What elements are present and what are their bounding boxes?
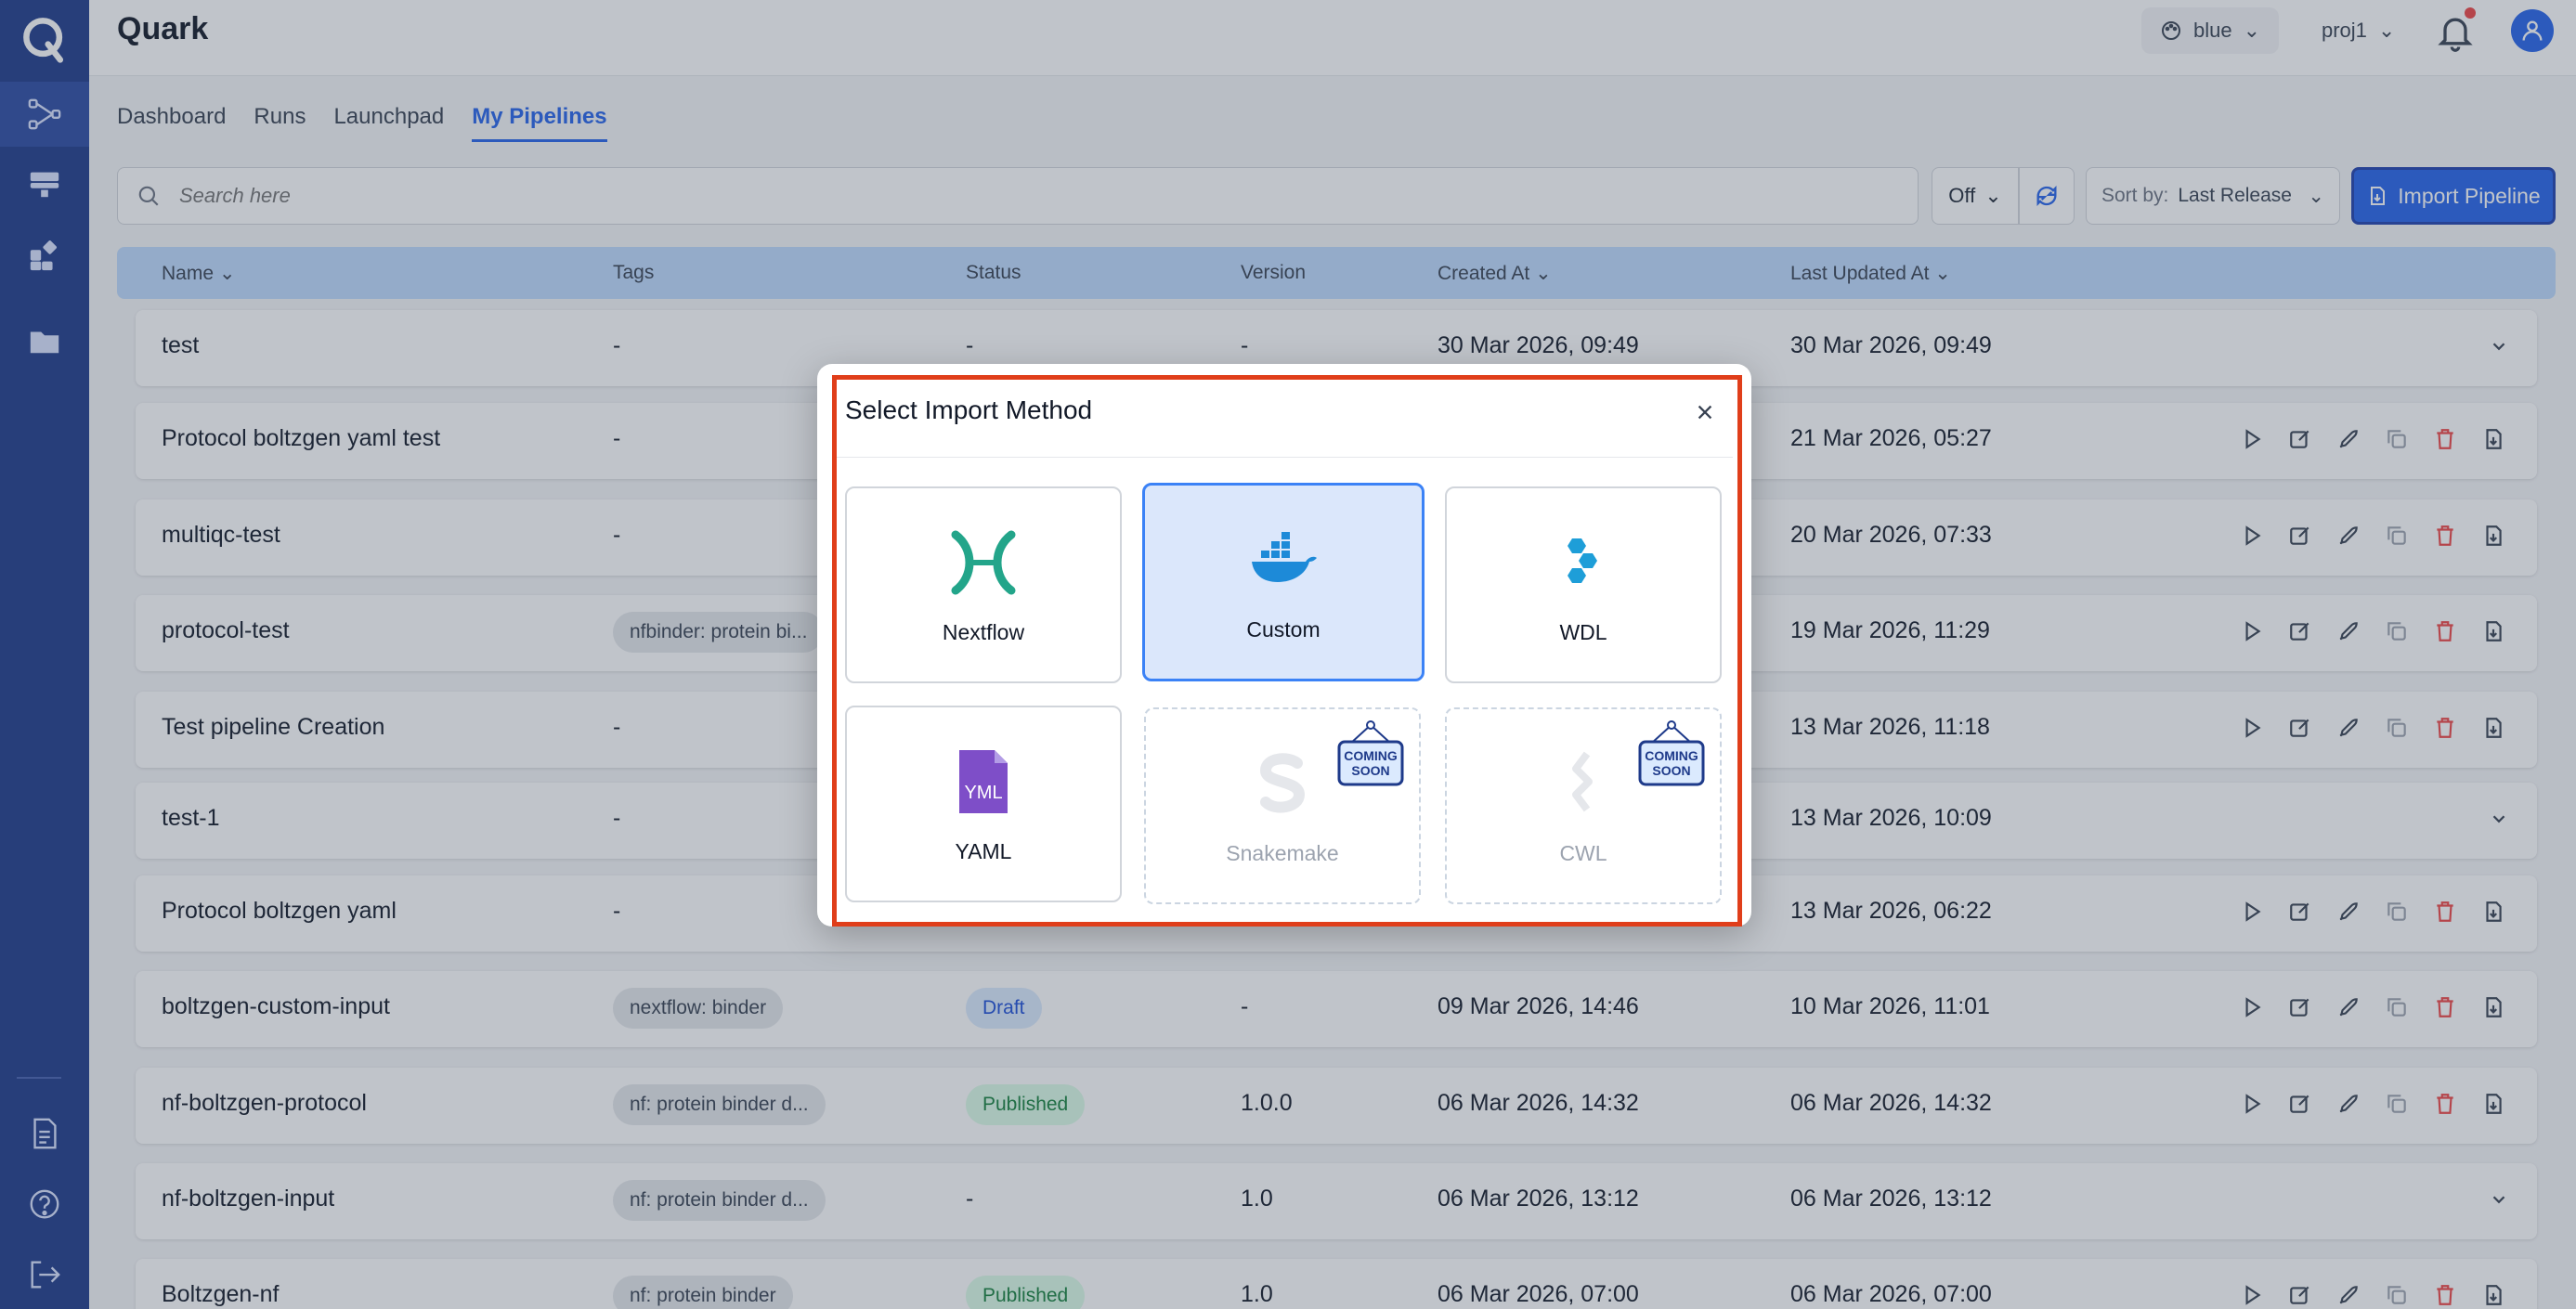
svg-text:COMING: COMING — [1645, 748, 1698, 763]
svg-text:YML: YML — [964, 783, 1002, 803]
option-label: Custom — [1246, 616, 1321, 642]
import-option-custom[interactable]: Custom — [1142, 483, 1425, 681]
coming-soon-badge: COMING SOON — [1638, 720, 1705, 786]
import-option-yaml[interactable]: YML YAML — [845, 706, 1122, 902]
option-label: Nextflow — [942, 619, 1025, 644]
svg-text:COMING: COMING — [1344, 748, 1398, 763]
cwl-icon — [1572, 751, 1593, 811]
import-option-cwl: CWL COMING SOON — [1445, 707, 1722, 904]
close-icon[interactable] — [1686, 394, 1724, 431]
import-option-wdl[interactable]: WDL — [1445, 486, 1722, 683]
import-option-nextflow[interactable]: Nextflow — [845, 486, 1122, 683]
option-label: YAML — [955, 838, 1012, 863]
import-option-snakemake: Snakemake COMING SOON — [1144, 707, 1421, 904]
option-label: Snakemake — [1226, 840, 1339, 865]
svg-text:SOON: SOON — [1652, 763, 1690, 778]
svg-text:SOON: SOON — [1351, 763, 1389, 778]
coming-soon-badge: COMING SOON — [1337, 720, 1404, 786]
import-method-modal: Select Import Method Nextflow Custom WDL… — [817, 364, 1751, 927]
docker-icon — [1252, 531, 1317, 582]
snakemake-icon — [1259, 752, 1306, 813]
option-label: WDL — [1559, 619, 1607, 644]
option-label: CWL — [1559, 840, 1607, 865]
wdl-icon — [1568, 538, 1597, 583]
nextflow-icon — [951, 530, 1016, 594]
yaml-icon: YML — [959, 749, 1008, 813]
modal-divider — [836, 457, 1733, 458]
modal-title: Select Import Method — [845, 395, 1093, 424]
